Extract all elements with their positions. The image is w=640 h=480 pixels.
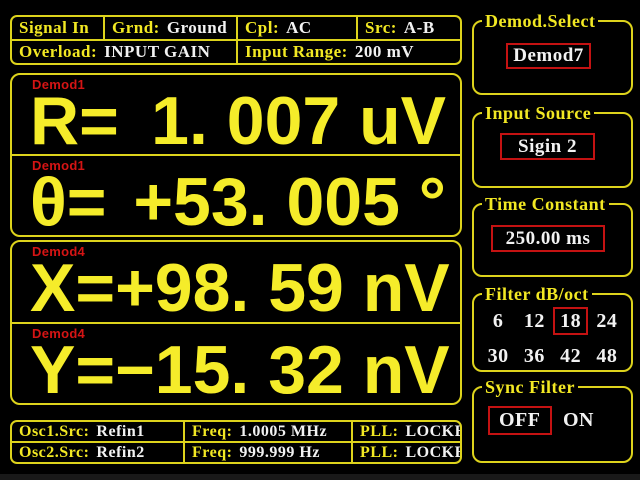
input-range-indicator: Input Range: 200 mV: [238, 41, 460, 63]
readout-r-label: R=: [30, 86, 119, 156]
filter-option-6[interactable]: 6: [486, 307, 511, 335]
osc2-row: Osc2.Src: Refin2 Freq: 999.999 Hz PLL: L…: [12, 443, 460, 462]
time-constant-value[interactable]: 250.00 ms: [491, 225, 605, 252]
readout-line-y: Y= −15. 32 nV: [30, 335, 446, 405]
overload-label: Overload:: [19, 42, 97, 62]
input-source-value[interactable]: Sigin 2: [500, 133, 595, 160]
filter-option-36[interactable]: 36: [517, 342, 552, 370]
readout-theta-value: +53. 005 °: [133, 167, 446, 237]
readout-line-x: X= +98. 59 nV: [30, 253, 446, 323]
readout-panel-y: Demod4 Y= −15. 32 nV: [12, 322, 460, 404]
demod-select-group: Demod.Select Demod7: [472, 20, 633, 95]
source-indicator: Src: A-B: [358, 17, 460, 39]
osc2-pll-value: LOCKED: [405, 444, 460, 462]
status-row-1: Signal In Grnd: Ground Cpl: AC Src: A-B: [12, 17, 460, 41]
time-constant-group: Time Constant 250.00 ms: [472, 203, 633, 277]
readout-x-value: +98. 59 nV: [115, 253, 450, 323]
readout-box-x-y: Demod4 X= +98. 59 nV Demod4 Y= −15. 32 n…: [10, 240, 462, 405]
osc2-src-label: Osc2.Src:: [19, 444, 89, 462]
oscillator-bar: Osc1.Src: Refin1 Freq: 1.0005 MHz PLL: L…: [10, 420, 462, 464]
readout-line-r: R= 1. 007 uV: [30, 86, 446, 156]
osc1-freq-value: 1.0005 MHz: [239, 423, 327, 441]
filter-option-12[interactable]: 12: [517, 307, 552, 335]
filter-option-48[interactable]: 48: [589, 342, 624, 370]
signal-in-indicator: Signal In: [12, 17, 105, 39]
osc1-src-label: Osc1.Src:: [19, 423, 89, 441]
osc2-src-value: Refin2: [96, 444, 144, 462]
coupling-indicator: Cpl: AC: [238, 17, 358, 39]
status-bar: Signal In Grnd: Ground Cpl: AC Src: A-B …: [10, 15, 462, 65]
readout-box-r-theta: Demod1 R= 1. 007 uV Demod1 θ= +53. 005 °: [10, 73, 462, 237]
overload-value: INPUT GAIN: [104, 42, 210, 62]
filter-slope-title: Filter dB/oct: [482, 284, 592, 305]
filter-option-30[interactable]: 30: [481, 342, 516, 370]
osc1-src-value: Refin1: [96, 423, 144, 441]
cpl-label: Cpl:: [245, 18, 279, 38]
readout-panel-theta: Demod1 θ= +53. 005 °: [12, 154, 460, 235]
demod-select-title: Demod.Select: [482, 11, 598, 32]
osc1-pll-value: LOCKED: [405, 423, 460, 441]
osc1-freq-label: Freq:: [192, 423, 232, 441]
signal-in-label: Signal In: [19, 18, 89, 38]
osc2-freq-label: Freq:: [192, 444, 232, 462]
filter-option-24[interactable]: 24: [589, 307, 624, 335]
readout-y-value: −15. 32 nV: [115, 335, 450, 405]
filter-option-42[interactable]: 42: [553, 342, 588, 370]
sync-filter-group: Sync Filter OFF ON: [472, 386, 633, 463]
osc1-source-cell: Osc1.Src: Refin1: [12, 422, 185, 441]
osc2-pll-label: PLL:: [360, 444, 398, 462]
grnd-label: Grnd:: [112, 18, 160, 38]
filter-option-18-selected[interactable]: 18: [553, 307, 588, 335]
input-range-value: 200 mV: [355, 42, 414, 62]
sync-filter-on[interactable]: ON: [552, 406, 605, 435]
screen-bezel-strip: [0, 474, 640, 480]
osc1-freq-cell: Freq: 1.0005 MHz: [185, 422, 353, 441]
sync-filter-options: OFF ON: [488, 406, 605, 435]
readout-x-label: X=: [30, 253, 115, 323]
src-value: A-B: [404, 18, 435, 38]
ground-indicator: Grnd: Ground: [105, 17, 238, 39]
readout-r-value: 1. 007 uV: [151, 86, 446, 156]
sync-filter-title: Sync Filter: [482, 377, 578, 398]
time-constant-title: Time Constant: [482, 194, 609, 215]
osc2-source-cell: Osc2.Src: Refin2: [12, 443, 185, 462]
osc1-pll-cell: PLL: LOCKED: [353, 422, 460, 441]
osc2-freq-value: 999.999 Hz: [239, 444, 320, 462]
input-source-title: Input Source: [482, 103, 594, 124]
lockin-amplifier-screen: Signal In Grnd: Ground Cpl: AC Src: A-B …: [0, 0, 640, 480]
sync-filter-off-selected[interactable]: OFF: [488, 406, 552, 435]
demod-select-value[interactable]: Demod7: [506, 43, 591, 69]
osc2-pll-cell: PLL: LOCKED: [353, 443, 460, 462]
overload-indicator: Overload: INPUT GAIN: [12, 41, 238, 63]
input-range-label: Input Range:: [245, 42, 348, 62]
filter-slope-group: Filter dB/oct 6 12 18 24 30 36 42 48: [472, 293, 633, 372]
grnd-value: Ground: [167, 18, 227, 38]
readout-panel-x: Demod4 X= +98. 59 nV: [12, 242, 460, 322]
osc1-row: Osc1.Src: Refin1 Freq: 1.0005 MHz PLL: L…: [12, 422, 460, 443]
status-row-2: Overload: INPUT GAIN Input Range: 200 mV: [12, 41, 460, 63]
osc1-pll-label: PLL:: [360, 423, 398, 441]
readout-y-label: Y=: [30, 335, 115, 405]
src-label: Src:: [365, 18, 397, 38]
readout-theta-label: θ=: [30, 167, 106, 237]
input-source-group: Input Source Sigin 2: [472, 112, 633, 188]
filter-slope-options: 6 12 18 24 30 36 42 48: [480, 307, 625, 370]
osc2-freq-cell: Freq: 999.999 Hz: [185, 443, 353, 462]
cpl-value: AC: [286, 18, 312, 38]
readout-panel-r: Demod1 R= 1. 007 uV: [12, 75, 460, 154]
readout-line-theta: θ= +53. 005 °: [30, 167, 446, 237]
